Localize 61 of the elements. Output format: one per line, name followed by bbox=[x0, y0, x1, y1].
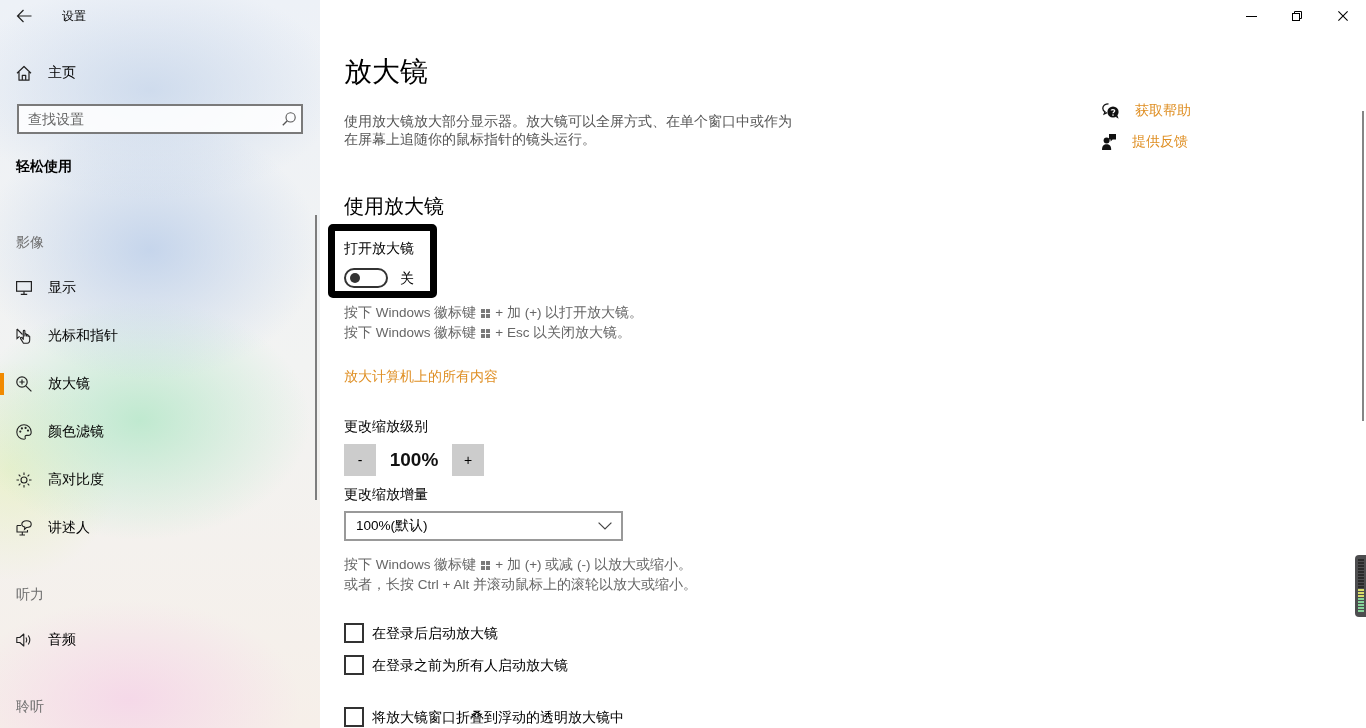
windows-logo-icon bbox=[481, 560, 491, 570]
hand-pointer-icon[interactable] bbox=[16, 328, 33, 344]
scrollbar[interactable] bbox=[315, 215, 317, 500]
nav-item[interactable]: 高对比度 bbox=[0, 456, 312, 504]
zoom-increment-dropdown[interactable]: 100%(默认) bbox=[344, 511, 623, 541]
search-field[interactable]: 查找设置 bbox=[17, 104, 303, 134]
palette-icon[interactable] bbox=[16, 424, 32, 440]
zoom-out-button[interactable]: - bbox=[344, 444, 376, 476]
section-heading: 听力 bbox=[15, 585, 45, 604]
section-title: 使用放大镜 bbox=[344, 194, 444, 219]
sun-icon[interactable] bbox=[16, 472, 32, 488]
nav-item[interactable]: 颜色滤镜 bbox=[0, 408, 312, 456]
windows-logo-icon bbox=[481, 328, 491, 338]
back-arrow-icon[interactable] bbox=[16, 9, 32, 23]
checkbox[interactable] bbox=[344, 707, 364, 727]
section-heading: 聆听 bbox=[15, 697, 45, 716]
toggle-state-label: 关 bbox=[400, 269, 414, 288]
checkbox-label: 在登录后启动放大镜 bbox=[372, 624, 498, 643]
nav-item[interactable]: 放大镜 bbox=[0, 360, 312, 408]
section-heading: 影像 bbox=[15, 233, 45, 252]
hint-text: + Esc 以关闭放大镜。 bbox=[495, 324, 632, 342]
windows-logo-icon bbox=[481, 308, 491, 318]
nav-item[interactable]: 音频 bbox=[0, 616, 312, 664]
home-nav-item[interactable]: 主页 bbox=[0, 53, 312, 93]
hint-text: + 加 (+) 以打开放大镜。 bbox=[495, 304, 644, 322]
minimize-icon[interactable] bbox=[1245, 15, 1257, 17]
hint-text: + 加 (+) 或减 (-) 以放大或缩小。 bbox=[495, 556, 693, 574]
nav-item[interactable]: 讲述人 bbox=[0, 504, 312, 552]
hint-text: 或者，长按 Ctrl + Alt 并滚动鼠标上的滚轮以放大或缩小。 bbox=[344, 576, 697, 594]
restore-icon[interactable] bbox=[1292, 11, 1302, 21]
category-title: 轻松使用 bbox=[15, 157, 73, 176]
checkbox-label: 在登录之前为所有人启动放大镜 bbox=[372, 656, 568, 675]
page-title: 放大镜 bbox=[344, 55, 428, 89]
scrollbar[interactable] bbox=[1362, 111, 1364, 421]
home-icon[interactable] bbox=[16, 65, 32, 81]
checkbox-label: 将放大镜窗口折叠到浮动的透明放大镜中 bbox=[372, 708, 624, 727]
close-icon[interactable] bbox=[1338, 11, 1348, 21]
page-description: 使用放大镜放大部分显示器。放大镜可以全屏方式、在单个窗口中或作为在屏幕上追随你的鼠标指针的镜头运行。 bbox=[344, 112, 793, 148]
search-icon[interactable] bbox=[282, 112, 296, 126]
checkbox[interactable] bbox=[344, 623, 364, 643]
nav-item[interactable]: 显示 bbox=[0, 264, 312, 312]
speaker-icon[interactable] bbox=[16, 633, 32, 647]
hint-text: 按下 Windows 徽标键 bbox=[344, 556, 477, 574]
person-speech-icon bbox=[1102, 134, 1116, 150]
checkbox[interactable] bbox=[344, 655, 364, 675]
monitor-icon[interactable] bbox=[16, 281, 32, 295]
chevron-down-icon bbox=[598, 522, 612, 530]
zoom-in-icon[interactable] bbox=[16, 376, 32, 392]
help-bubbles-icon bbox=[1102, 103, 1119, 119]
zoom-level-value: 100% bbox=[388, 449, 440, 471]
zoom-in-button[interactable]: + bbox=[452, 444, 484, 476]
field-label: 更改缩放级别 bbox=[344, 417, 428, 436]
nav-item[interactable]: 光标和指针 bbox=[0, 312, 312, 360]
level-meter-icon bbox=[1355, 555, 1366, 617]
field-label: 更改缩放增量 bbox=[344, 485, 428, 504]
window-title: 设置 bbox=[62, 7, 86, 25]
toggle-switch[interactable] bbox=[344, 268, 388, 288]
toggle-label: 打开放大镜 bbox=[344, 239, 415, 258]
hint-text: 按下 Windows 徽标键 bbox=[344, 324, 477, 342]
monitor-speech-icon[interactable] bbox=[16, 520, 32, 536]
hint-text: 按下 Windows 徽标键 bbox=[344, 304, 477, 322]
